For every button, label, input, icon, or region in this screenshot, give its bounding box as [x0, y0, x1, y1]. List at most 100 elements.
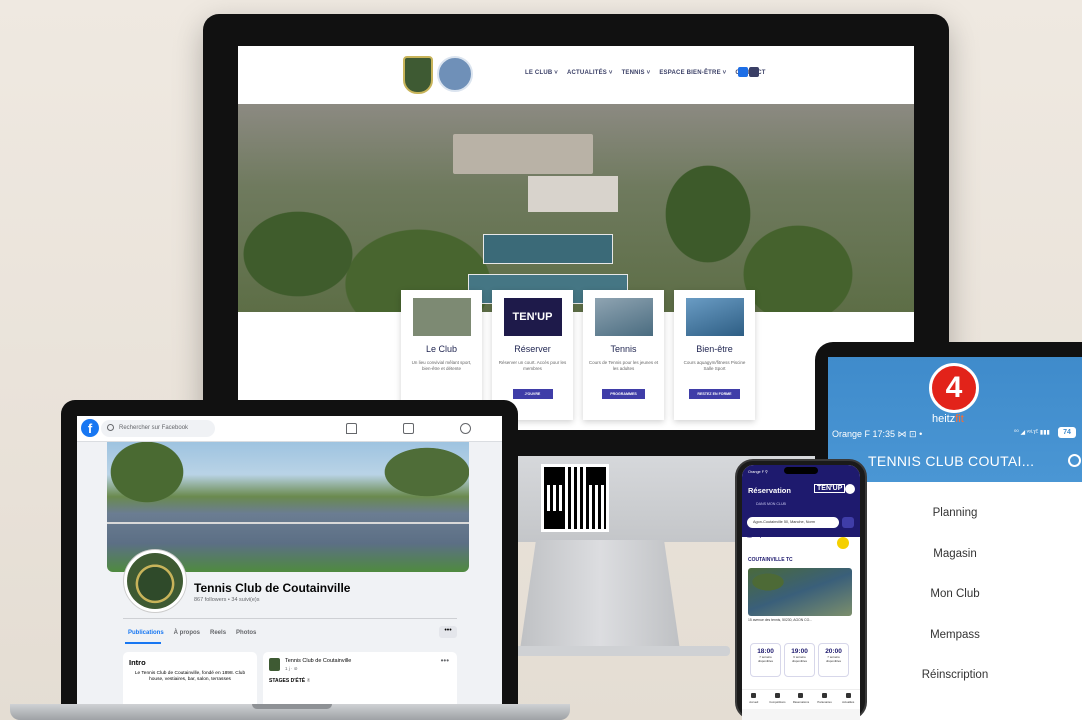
heitzfit-logo: 4 [929, 363, 979, 413]
facebook-screen: f Rechercher sur Facebook Tennis Club de… [77, 416, 502, 704]
home-icon [751, 693, 757, 698]
phone-screen: Orange F ⚲ Réservation TEN'UP DANS MON C… [742, 465, 860, 720]
timeslot-status: disponibles [791, 659, 807, 663]
timeslot-row: 18:00 7 terrains disponibles 19:00 6 ter… [750, 643, 849, 677]
post-card: Tennis Club de Coutainville 1 j · ⊘ ••• … [263, 652, 457, 704]
tab-dans-mon-club[interactable]: DANS MON CLUB [756, 502, 786, 506]
card-button[interactable]: J'OUVRE [512, 389, 553, 399]
profile-tabs: Publications À propos Reels Photos [128, 630, 256, 636]
hero-clubhouse [453, 134, 593, 174]
tab-label: Réservations [792, 700, 810, 704]
heitzfit-wordmark-a: heitz [932, 413, 956, 425]
timeslot-card[interactable]: 20:00 7 terrains disponibles [818, 643, 849, 677]
card-description: Cours de Tennis pour les jeunes et les a… [588, 360, 659, 371]
card-bien-etre[interactable]: Bien-être Cours aquagym/fitness Piscine … [674, 290, 755, 420]
timeslot-time: 19:00 [791, 648, 808, 655]
tab-partenaires[interactable]: Partenaires [816, 692, 834, 709]
status-bar-left: Orange F 17:35 ⋈ ⊡ • [832, 429, 923, 439]
heitzfit-wordmark: heitzfit [932, 413, 964, 425]
hero-aerial-photo [238, 104, 914, 312]
tab-a-propos[interactable]: À propos [174, 630, 200, 636]
date-selector[interactable]: ▦ Aujourd'hui ˅ [747, 533, 786, 539]
tab-reels[interactable]: Reels [210, 630, 226, 636]
facebook-logo-icon[interactable]: f [81, 419, 99, 437]
map-icon[interactable] [837, 537, 849, 549]
tab-competitions[interactable]: Compétitions [768, 692, 786, 709]
active-tab-indicator [125, 642, 161, 644]
timeslot-card[interactable]: 19:00 6 terrains disponibles [784, 643, 815, 677]
tab-actualites[interactable]: Actualités [839, 692, 857, 709]
card-title: Bien-être [696, 344, 733, 354]
club-logo[interactable] [403, 56, 433, 94]
tab-accueil[interactable]: Accueil [745, 692, 763, 709]
club-address: 15 avenue des tennis, 50230, AGON CO... [748, 618, 813, 622]
facebook-icon[interactable] [738, 67, 748, 77]
battery-icon: 74 [1058, 427, 1076, 438]
site-header: LE CLUB ˅ ACTUALITÉS ˅ TENNIS ˅ ESPACE B… [238, 46, 914, 104]
tenup-logo: TEN'UP [503, 298, 562, 336]
gear-icon[interactable] [1068, 454, 1081, 467]
trophy-icon [774, 693, 780, 698]
site-nav: LE CLUB ˅ ACTUALITÉS ˅ TENNIS ˅ ESPACE B… [525, 70, 766, 76]
home-icon[interactable] [346, 423, 357, 434]
search-icon [822, 693, 828, 698]
facebook-search-input[interactable]: Rechercher sur Facebook [101, 420, 215, 437]
club-photo [748, 568, 852, 616]
timeslot-status: disponibles [825, 659, 841, 663]
tab-label: Accueil [749, 700, 759, 704]
nav-espace-bien-etre[interactable]: ESPACE BIEN-ÊTRE ˅ [659, 70, 726, 76]
news-icon [845, 693, 851, 698]
card-thumbnail [594, 298, 653, 336]
tab-publications[interactable]: Publications [128, 630, 164, 636]
nav-tennis[interactable]: TENNIS ˅ [622, 70, 651, 76]
phone-title: Réservation [748, 486, 791, 495]
signal-icon: ⁰⁰ ◢ ᵛᵒᴸᴛᴱ ▮▮▮ [1014, 430, 1050, 436]
card-title: Réserver [514, 344, 551, 354]
profile-icon[interactable] [845, 484, 855, 494]
groups-icon[interactable] [460, 423, 471, 434]
club-name: COUTAINVILLE TC [748, 557, 793, 563]
card-description: Réserver un court. Accès pour les membre… [498, 360, 567, 371]
tablet-header: 4 heitzfit Orange F 17:35 ⋈ ⊡ • ⁰⁰ ◢ ᵛᵒᴸ… [828, 357, 1082, 482]
post-avatar[interactable] [269, 658, 280, 671]
qr-code [541, 464, 609, 532]
search-icon [107, 424, 114, 431]
website-screen: LE CLUB ˅ ACTUALITÉS ˅ TENNIS ˅ ESPACE B… [238, 46, 914, 430]
profile-avatar[interactable] [124, 550, 186, 612]
laptop-notch [252, 704, 332, 709]
card-tennis[interactable]: Tennis Cours de Tennis pour les jeunes e… [583, 290, 664, 420]
phone-nav-bar [742, 709, 860, 720]
post-author[interactable]: Tennis Club de Coutainville [285, 658, 351, 664]
card-description: Un lieu convivial mêlant sport, bien-êtr… [411, 360, 472, 371]
tab-reservations[interactable]: Réservations [792, 692, 810, 709]
tab-label: Compétitions [769, 700, 786, 704]
more-options-button[interactable]: ••• [439, 626, 457, 638]
tabs-divider [123, 618, 457, 619]
phone-status-bar: Orange F ⚲ [748, 470, 768, 474]
phone-header: Orange F ⚲ Réservation TEN'UP DANS MON C… [742, 465, 860, 537]
timeslot-time: 20:00 [825, 648, 842, 655]
nav-actualites[interactable]: ACTUALITÉS ˅ [567, 70, 613, 76]
tennis-net [107, 522, 469, 524]
hero-court [483, 234, 613, 264]
card-description: Cours aquagym/fitness Piscine Salle Spor… [683, 360, 746, 371]
partner-logo [437, 56, 473, 92]
social-icon[interactable] [749, 67, 759, 77]
card-title: Tennis [610, 344, 637, 354]
heitzfit-wordmark-b: fit [955, 413, 964, 425]
tab-photos[interactable]: Photos [236, 630, 256, 636]
location-search-input[interactable]: Agon-Coutainville 50, Manche, Norm [747, 517, 839, 528]
followers-count[interactable]: 867 followers • 34 suivi(e)s [194, 597, 260, 603]
page-name: Tennis Club de Coutainville [194, 581, 351, 595]
filter-button[interactable] [842, 517, 854, 528]
nav-le-club[interactable]: LE CLUB ˅ [525, 70, 558, 76]
timeslot-card[interactable]: 18:00 7 terrains disponibles [750, 643, 781, 677]
search-placeholder: Rechercher sur Facebook [119, 425, 189, 431]
video-icon[interactable] [403, 423, 414, 434]
app-title: TENNIS CLUB COUTAI... [868, 453, 1035, 469]
card-button[interactable]: RESTEZ EN FORME [689, 389, 740, 399]
card-button[interactable]: PROGRAMMES [602, 389, 645, 399]
tenup-logo: TEN'UP [814, 484, 846, 493]
post-options-button[interactable]: ••• [441, 656, 449, 665]
phone-notch [784, 467, 818, 474]
